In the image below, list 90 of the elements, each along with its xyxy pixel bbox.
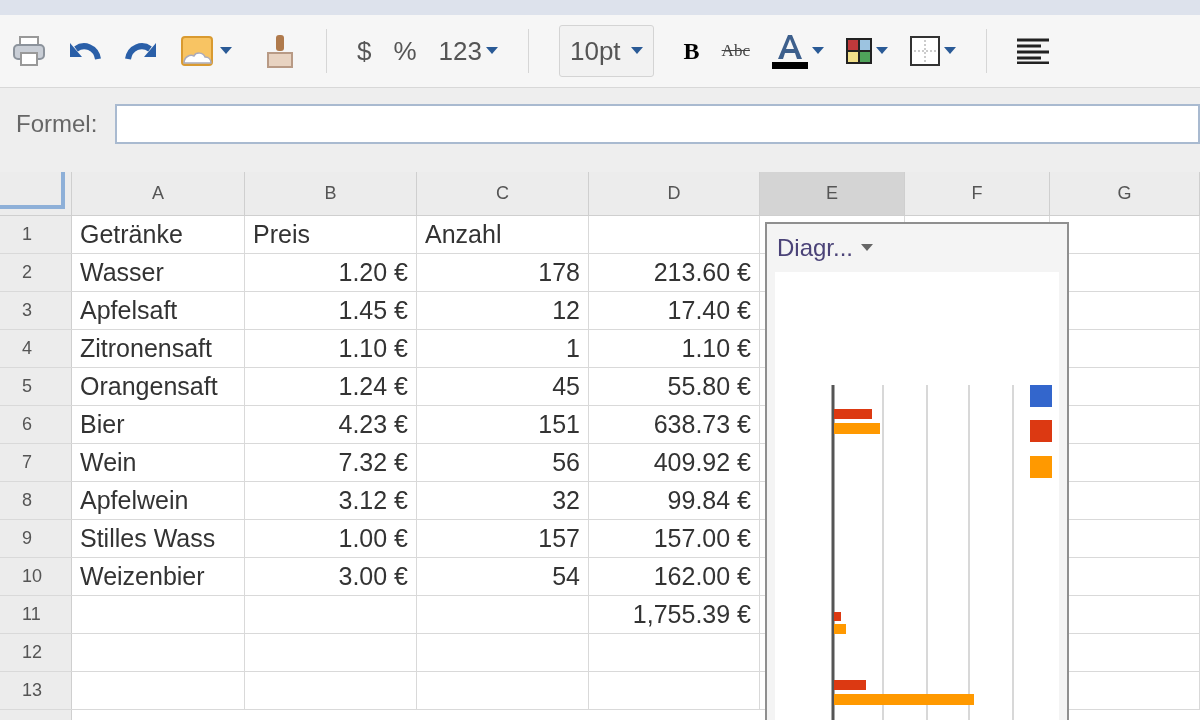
row-number[interactable]: 2 [0, 254, 72, 291]
cell-text: 12 [552, 294, 580, 326]
cell-text: Orangensaft [80, 370, 218, 402]
bold-button[interactable]: B [683, 33, 700, 69]
legend-swatch [1030, 385, 1052, 407]
cell-text: 7.32 € [338, 446, 408, 478]
chart-panel[interactable]: Diagr... [765, 222, 1069, 720]
cell-text: 32 [552, 484, 580, 516]
row-number[interactable]: 12 [0, 634, 72, 671]
bar [834, 680, 866, 690]
caret-icon [630, 47, 643, 55]
text-color-icon [771, 33, 808, 69]
bar [834, 409, 872, 419]
cell-text: 162.00 € [653, 560, 751, 592]
cell-text: 1.45 € [338, 294, 408, 326]
currency-button[interactable]: $ [357, 38, 372, 64]
row-number[interactable]: 9 [0, 520, 72, 557]
bar [834, 612, 841, 621]
cell-text: 1.00 € [338, 522, 408, 554]
percent-button[interactable]: % [393, 38, 417, 64]
caret-icon [875, 47, 888, 55]
insert-image-button[interactable] [180, 33, 232, 69]
caret-icon [943, 47, 956, 55]
cell-text: 1.10 € [338, 332, 408, 364]
chart-menu-button[interactable]: Diagr... [777, 230, 874, 266]
color-grid-icon [845, 38, 872, 64]
cell-text: 157 [538, 522, 580, 554]
caret-icon [811, 47, 824, 55]
cell-text: 55.80 € [667, 370, 751, 402]
cell-text: Bier [80, 408, 125, 440]
row-number[interactable]: 7 [0, 444, 72, 481]
cell-text: Zitronensaft [80, 332, 212, 364]
row-number[interactable]: 6 [0, 406, 72, 443]
row-number[interactable]: 13 [0, 672, 72, 709]
row-number[interactable]: 5 [0, 368, 72, 405]
cell-text: 45 [552, 370, 580, 402]
row-number[interactable]: 4 [0, 330, 72, 367]
legend-swatch [1030, 456, 1052, 478]
cell-text: 213.60 € [653, 256, 751, 288]
cell-text: 178 [538, 256, 580, 288]
cell-text: 1 [566, 332, 580, 364]
cell-text: 151 [538, 408, 580, 440]
row-number[interactable]: 3 [0, 292, 72, 329]
fill-color-button[interactable] [845, 38, 888, 64]
cell-text: 409.92 € [653, 446, 751, 478]
paint-format-icon[interactable] [264, 33, 296, 69]
cell-text: Preis [253, 218, 310, 250]
cell-text: Wein [80, 446, 137, 478]
image-icon [180, 33, 216, 69]
cell-text: 1.20 € [338, 256, 408, 288]
row-number[interactable]: 10 [0, 558, 72, 595]
cell-text: 99.84 € [667, 484, 751, 516]
caret-icon [861, 244, 874, 252]
caret-icon [220, 47, 232, 55]
borders-icon [909, 36, 940, 66]
cell-text: Apfelsaft [80, 294, 178, 326]
row-number[interactable]: 11 [0, 596, 72, 633]
caret-icon [486, 47, 498, 55]
cell-text: 1.24 € [338, 370, 408, 402]
cell-text: 157.00 € [653, 522, 751, 554]
font-size-dropdown[interactable]: 10pt [559, 25, 654, 77]
cell-text: 54 [552, 560, 580, 592]
column-header[interactable]: E [760, 172, 905, 215]
strikethrough-button[interactable]: Abc [721, 38, 750, 64]
legend-swatch [1030, 420, 1052, 442]
cell-text: 1.10 € [681, 332, 751, 364]
row-number[interactable]: 1 [0, 216, 72, 253]
cell-text: 3.00 € [338, 560, 408, 592]
cell-text: 638.73 € [653, 408, 751, 440]
cell-text: 56 [552, 446, 580, 478]
cell-text: 1,755.39 € [632, 598, 751, 630]
bar [834, 423, 880, 434]
bar [834, 624, 846, 634]
row-number[interactable]: 8 [0, 482, 72, 519]
number-format-button[interactable]: 123 [438, 38, 498, 64]
cell-text: Stilles Wass [80, 522, 216, 554]
align-left-icon[interactable] [1016, 38, 1049, 64]
cell-text: Apfelwein [80, 484, 189, 516]
cell-text: 4.23 € [338, 408, 408, 440]
formula-input-field[interactable] [115, 104, 1200, 144]
cell-text: Weizenbier [80, 560, 205, 592]
cell-text: 17.40 € [667, 294, 751, 326]
print-icon[interactable] [12, 34, 46, 68]
cell-text: 3.12 € [338, 484, 408, 516]
formula-label: Formel: [16, 109, 98, 139]
text-color-button[interactable] [771, 33, 824, 69]
cell-text: Getränke [80, 218, 183, 250]
borders-button[interactable] [909, 36, 956, 66]
cell-text: Anzahl [425, 218, 502, 250]
cell-text: Wasser [80, 256, 164, 288]
